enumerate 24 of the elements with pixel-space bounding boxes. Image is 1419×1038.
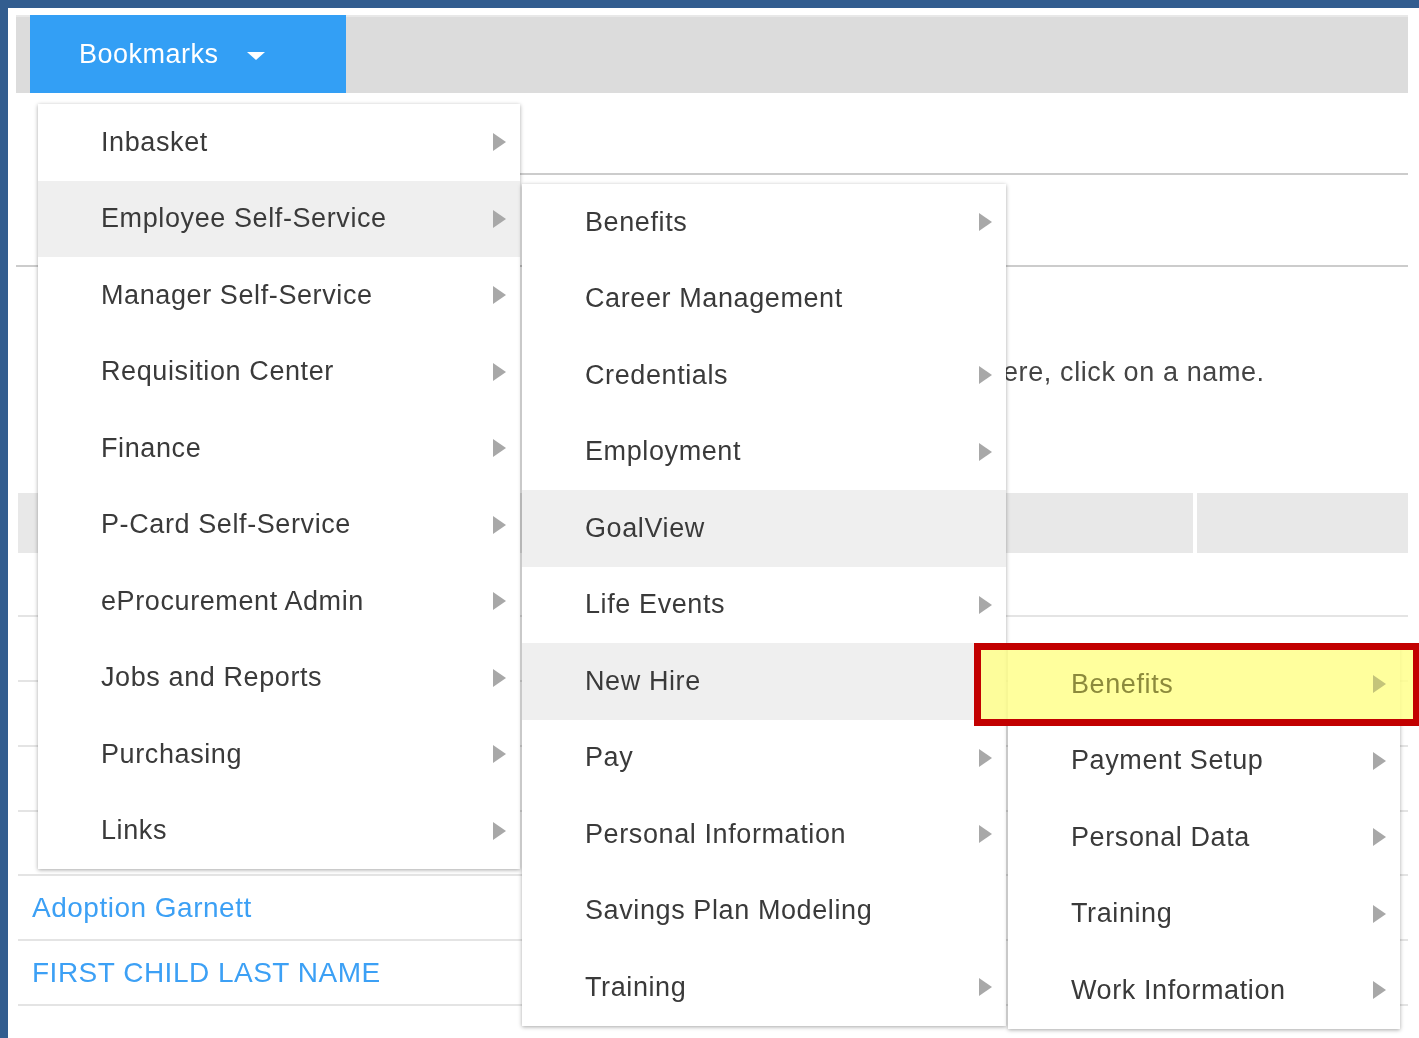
- menu-item[interactable]: Savings Plan Modeling: [522, 872, 1006, 949]
- menu-item[interactable]: Work Information: [1008, 952, 1400, 1029]
- menu-item[interactable]: Links: [38, 792, 520, 869]
- menu-item[interactable]: Finance: [38, 410, 520, 487]
- menu-item[interactable]: Employment: [522, 413, 1006, 490]
- menu-item[interactable]: Training: [1008, 875, 1400, 952]
- menu-item[interactable]: Benefits: [522, 184, 1006, 261]
- menu-item[interactable]: Employee Self-Service: [38, 180, 520, 257]
- menu-item[interactable]: Life Events: [522, 566, 1006, 643]
- menu-item[interactable]: Requisition Center: [38, 333, 520, 410]
- menu-item[interactable]: eProcurement Admin: [38, 563, 520, 640]
- menu-item[interactable]: Training: [522, 949, 1006, 1026]
- menu-item[interactable]: Purchasing: [38, 716, 520, 793]
- menu-item[interactable]: GoalView: [522, 490, 1006, 567]
- menu-item[interactable]: Payment Setup: [1008, 722, 1400, 799]
- menu-item[interactable]: Credentials: [522, 337, 1006, 414]
- menu-item[interactable]: Inbasket: [38, 104, 520, 181]
- menu-item[interactable]: Personal Information: [522, 796, 1006, 873]
- menu-item[interactable]: Career Management: [522, 260, 1006, 337]
- menu-item[interactable]: P-Card Self-Service: [38, 486, 520, 563]
- menu-item[interactable]: Manager Self-Service: [38, 257, 520, 334]
- menu-item[interactable]: Personal Data: [1008, 799, 1400, 876]
- menu-item[interactable]: Jobs and Reports: [38, 639, 520, 716]
- menu-item[interactable]: Pay: [522, 719, 1006, 796]
